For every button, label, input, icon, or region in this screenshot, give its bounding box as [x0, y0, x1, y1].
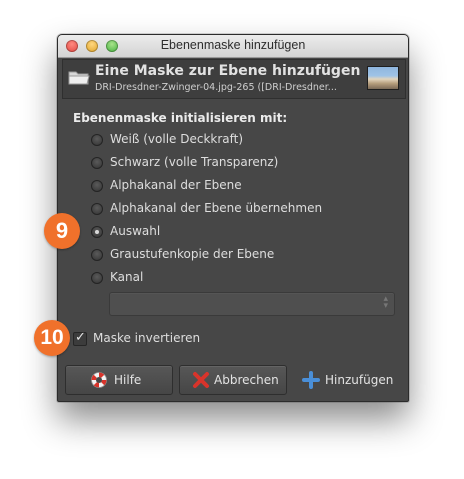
option-label: Auswahl	[110, 224, 161, 238]
red-x-icon	[193, 372, 209, 388]
add-button[interactable]: Hinzufügen	[293, 365, 401, 395]
updown-arrows-icon: ▴ ▾	[383, 294, 388, 311]
radio-channel[interactable]	[91, 272, 103, 284]
help-button[interactable]: Hilfe	[65, 365, 173, 395]
channel-select[interactable]: ▴ ▾	[109, 292, 395, 316]
step-badge-9: 9	[44, 213, 80, 249]
image-name-subtitle: DRI-Dresdner-Zwinger-04.jpg-265 ([DRI-Dr…	[95, 82, 337, 93]
step-badge-10: 10	[34, 320, 70, 356]
option-label: Weiß (volle Deckkraft)	[110, 132, 244, 146]
plus-icon	[302, 371, 320, 389]
option-label: Kanal	[110, 270, 144, 284]
folder-icon	[68, 71, 90, 85]
cancel-button-label: Abbrechen	[214, 373, 279, 387]
option-label: Alphakanal der Ebene	[110, 178, 242, 192]
option-label: Alphakanal der Ebene übernehmen	[110, 201, 323, 215]
radio-grayscale-copy[interactable]	[91, 249, 103, 261]
radio-selection[interactable]	[91, 226, 103, 238]
dialog-header: Eine Maske zur Ebene hinzufügen DRI-Dres…	[62, 59, 406, 99]
option-label: Schwarz (volle Transparenz)	[110, 155, 279, 169]
radio-layer-alpha[interactable]	[91, 180, 103, 192]
radio-white[interactable]	[91, 134, 103, 146]
screenshot-page: Ebenenmaske hinzufügen Eine Maske zur Eb…	[0, 0, 464, 479]
add-button-label: Hinzufügen	[325, 373, 394, 387]
lifebuoy-icon	[91, 372, 107, 388]
layer-thumbnail	[367, 66, 399, 90]
init-mask-label: Ebenenmaske initialisieren mit:	[73, 111, 288, 125]
checkmark-icon: ✓	[75, 330, 86, 345]
radio-transfer-alpha[interactable]	[91, 203, 103, 215]
dialog-window: Ebenenmaske hinzufügen Eine Maske zur Eb…	[57, 34, 409, 402]
window-title: Ebenenmaske hinzufügen	[160, 38, 306, 52]
invert-mask-checkbox[interactable]: ✓	[73, 330, 87, 346]
help-button-label: Hilfe	[114, 373, 142, 387]
radio-black[interactable]	[91, 157, 103, 169]
option-label: Graustufenkopie der Ebene	[110, 247, 275, 261]
title-bar[interactable]: Ebenenmaske hinzufügen	[58, 35, 408, 58]
invert-mask-label: Maske invertieren	[93, 331, 201, 345]
dialog-heading: Eine Maske zur Ebene hinzufügen	[95, 63, 361, 79]
cancel-button[interactable]: Abbrechen	[179, 365, 287, 395]
